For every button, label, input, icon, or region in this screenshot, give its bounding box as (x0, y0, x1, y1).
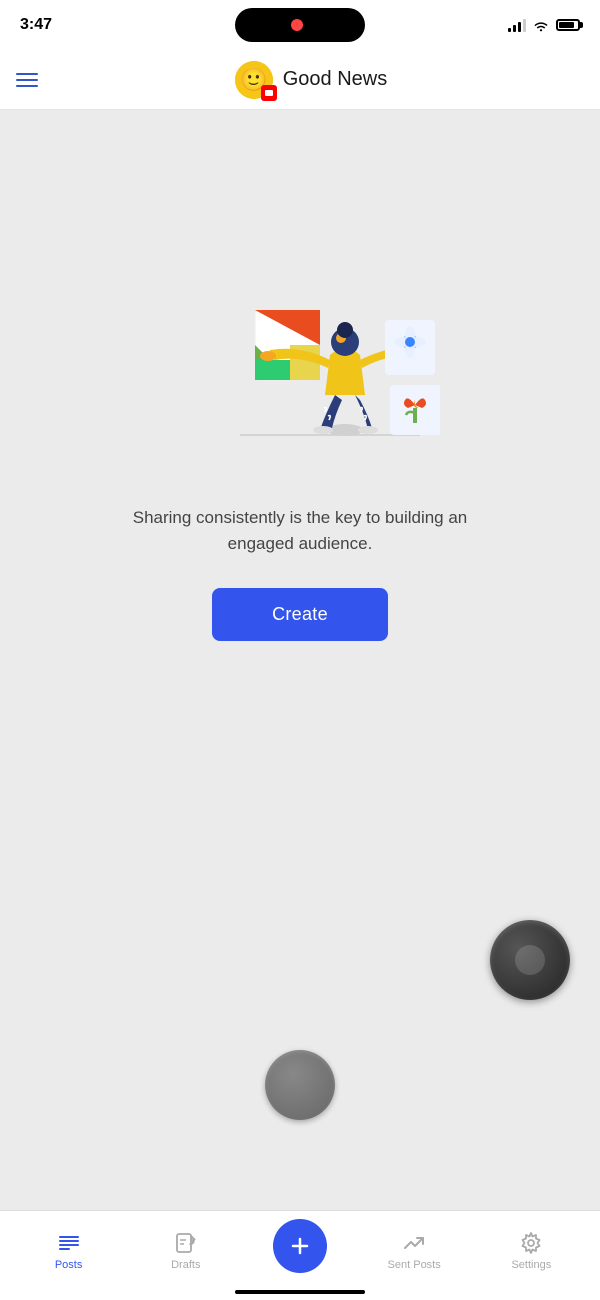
settings-icon (519, 1231, 543, 1255)
youtube-badge-inner (265, 90, 273, 96)
nav-item-settings[interactable]: Settings (501, 1231, 561, 1271)
recording-indicator (291, 19, 303, 31)
nav-item-create[interactable] (273, 1229, 327, 1273)
status-icons (508, 18, 580, 32)
illustration (160, 230, 440, 460)
create-fab-button[interactable] (273, 1219, 327, 1273)
illustration-container (160, 230, 440, 465)
sent-posts-icon (402, 1231, 426, 1255)
nav-item-drafts[interactable]: Drafts (156, 1231, 216, 1271)
hamburger-line-2 (16, 79, 38, 81)
nav-item-posts[interactable]: Posts (39, 1231, 99, 1271)
settings-label: Settings (511, 1259, 551, 1271)
signal-icon (508, 18, 526, 32)
battery-icon (556, 19, 580, 31)
tagline: Sharing consistently is the key to build… (130, 505, 470, 556)
drafts-label: Drafts (171, 1259, 200, 1271)
nav-item-sent-posts[interactable]: Sent Posts (384, 1231, 444, 1271)
avatar: 🙂 (235, 61, 273, 99)
hamburger-line-3 (16, 85, 38, 87)
plus-icon (288, 1234, 312, 1258)
home-button-artifact (265, 1050, 335, 1120)
header-title: Good News (283, 68, 388, 91)
header-center: 🙂 Good News (38, 61, 584, 99)
bottom-nav: Posts Drafts (0, 1210, 600, 1300)
camera-button-artifact (490, 920, 570, 1000)
home-indicator (235, 1290, 365, 1294)
youtube-badge (261, 85, 277, 101)
status-bar: 3:47 (0, 0, 600, 50)
main-content: Sharing consistently is the key to build… (0, 110, 600, 1220)
hamburger-line-1 (16, 73, 38, 75)
drafts-icon (174, 1231, 198, 1255)
sent-posts-label: Sent Posts (388, 1259, 441, 1271)
status-time: 3:47 (20, 16, 52, 34)
menu-button[interactable] (16, 73, 38, 87)
dynamic-island (235, 8, 365, 42)
header: 🙂 Good News (0, 50, 600, 110)
posts-label: Posts (55, 1259, 83, 1271)
wifi-icon (532, 18, 550, 32)
create-button[interactable]: Create (212, 588, 388, 641)
posts-icon (57, 1231, 81, 1255)
